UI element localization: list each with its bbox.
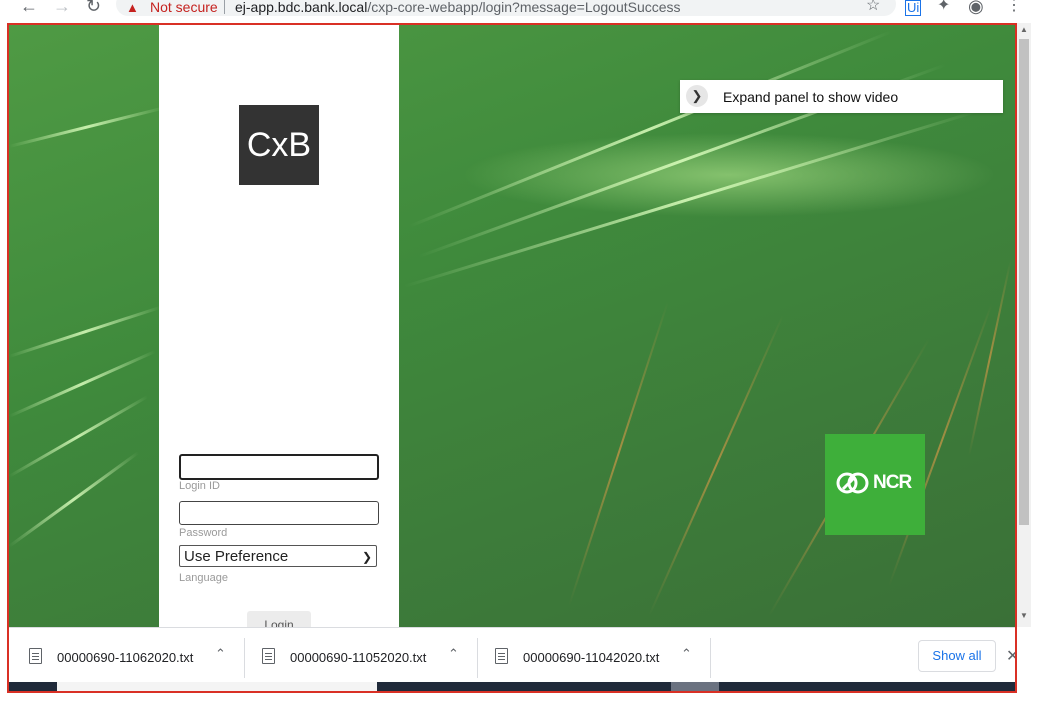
- light-streak: [968, 260, 1012, 457]
- download-item[interactable]: 00000690-11052020.txt ⌃: [242, 628, 475, 688]
- login-id-field[interactable]: [179, 454, 379, 480]
- hero-background: CxB Login ID Password Use Preference ❯ L…: [9, 25, 1015, 635]
- language-select[interactable]: Use Preference ❯: [179, 545, 377, 567]
- chevron-up-icon[interactable]: ⌃: [215, 646, 226, 662]
- video-panel[interactable]: ❯ Expand panel to show video: [680, 80, 1003, 113]
- security-status[interactable]: Not secure: [150, 0, 218, 15]
- close-icon[interactable]: ✕: [1006, 646, 1015, 666]
- file-icon: [262, 648, 275, 664]
- password-field[interactable]: [179, 501, 379, 525]
- puzzle-icon[interactable]: ✦: [937, 0, 950, 15]
- ncr-rings-icon: [836, 472, 869, 494]
- language-selected-value: Use Preference: [184, 548, 289, 565]
- ncr-logo: NCR: [825, 434, 925, 535]
- divider: [710, 638, 711, 678]
- divider: [224, 0, 225, 14]
- download-item[interactable]: 00000690-11042020.txt ⌃: [475, 628, 708, 688]
- extension-icon[interactable]: Ui: [905, 0, 922, 16]
- light-streak: [9, 350, 156, 418]
- forward-icon[interactable]: →: [53, 0, 71, 16]
- light-streak: [403, 109, 979, 288]
- url-text[interactable]: ej-app.bdc.bank.local/cxp-core-webapp/lo…: [235, 0, 681, 15]
- scroll-down-icon[interactable]: ▼: [1020, 611, 1028, 620]
- light-streak: [648, 314, 785, 617]
- download-item[interactable]: 00000690-11062020.txt ⌃: [9, 628, 242, 688]
- reload-icon[interactable]: ↻: [86, 0, 101, 16]
- download-filename[interactable]: 00000690-11052020.txt: [290, 650, 426, 665]
- address-bar[interactable]: ▲ Not secure ej-app.bdc.bank.local/cxp-c…: [116, 0, 896, 16]
- light-streak: [408, 30, 892, 228]
- show-all-button[interactable]: Show all: [918, 640, 996, 672]
- ncr-text: NCR: [873, 472, 912, 493]
- file-icon: [495, 648, 508, 664]
- profile-icon[interactable]: ◉: [968, 0, 984, 15]
- chevron-down-icon: ❯: [361, 550, 372, 564]
- download-shelf: 00000690-11062020.txt ⌃ 00000690-1105202…: [9, 627, 1015, 688]
- chevron-up-icon[interactable]: ⌃: [681, 646, 692, 662]
- light-streak: [9, 305, 162, 358]
- scrollbar-thumb[interactable]: [1019, 39, 1029, 525]
- taskbar-search: [57, 682, 377, 691]
- download-filename[interactable]: 00000690-11062020.txt: [57, 650, 193, 665]
- password-label: Password: [179, 527, 228, 539]
- language-label: Language: [179, 572, 228, 584]
- browser-viewport: CxB Login ID Password Use Preference ❯ L…: [7, 23, 1017, 693]
- taskbar-app: [671, 682, 719, 691]
- star-icon[interactable]: ☆: [866, 0, 880, 15]
- scroll-up-icon[interactable]: ▲: [1020, 25, 1028, 34]
- video-panel-label: Expand panel to show video: [723, 89, 899, 105]
- taskbar-strip: [9, 682, 1015, 691]
- browser-toolbar: ← → ↻ ▲ Not secure ej-app.bdc.bank.local…: [0, 0, 1040, 18]
- warning-icon: ▲: [126, 0, 139, 15]
- cxb-logo: CxB: [239, 105, 319, 185]
- chevron-up-icon[interactable]: ⌃: [448, 646, 459, 662]
- light-streak: [9, 106, 165, 148]
- download-filename[interactable]: 00000690-11042020.txt: [523, 650, 659, 665]
- light-streak: [568, 301, 669, 607]
- chevron-right-icon[interactable]: ❯: [686, 85, 708, 107]
- file-icon: [29, 648, 42, 664]
- back-icon[interactable]: ←: [20, 0, 38, 16]
- vertical-scrollbar[interactable]: ▲ ▼: [1017, 23, 1031, 627]
- login-id-input[interactable]: [181, 456, 377, 478]
- password-input[interactable]: [180, 502, 378, 524]
- url-host: ej-app.bdc.bank.local: [235, 0, 368, 15]
- menu-icon[interactable]: ⋮: [1006, 0, 1022, 15]
- login-id-label: Login ID: [179, 480, 220, 492]
- url-path: /cxp-core-webapp/login?message=LogoutSuc…: [367, 0, 681, 15]
- login-panel: CxB Login ID Password Use Preference ❯ L…: [159, 25, 399, 635]
